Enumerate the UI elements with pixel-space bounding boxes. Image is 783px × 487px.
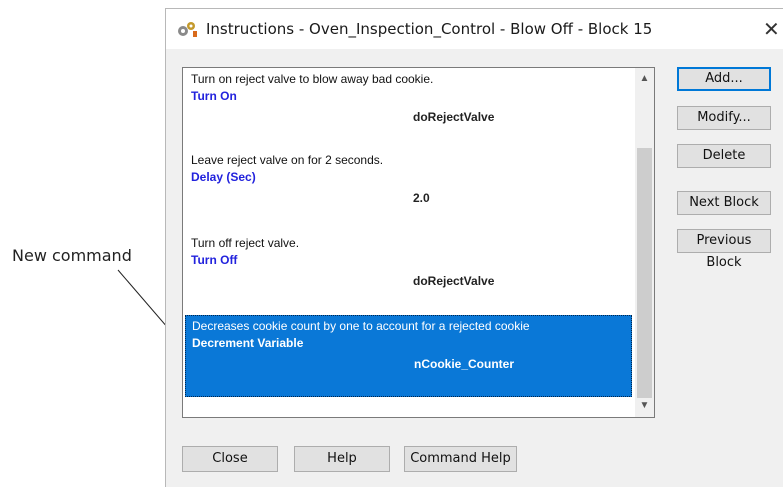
instruction-entry[interactable]: Turn off reject valve. Turn Off doReject… [185,236,632,296]
add-button[interactable]: Add... [677,67,771,91]
title-bar[interactable]: Instructions - Oven_Inspection_Control -… [166,9,783,49]
instruction-comment: Turn on reject valve to blow away bad co… [191,72,434,86]
instruction-command: Turn Off [191,253,238,267]
scroll-up-arrow-icon[interactable]: ▲ [635,70,654,88]
instruction-list-content: Turn on reject valve to blow away bad co… [183,68,636,417]
instruction-entry[interactable]: Turn on reject valve to blow away bad co… [185,72,632,132]
scroll-thumb[interactable] [637,148,652,398]
instruction-comment: Turn off reject valve. [191,236,300,250]
instruction-entry[interactable]: Leave reject valve on for 2 seconds. Del… [185,153,632,213]
instruction-argument: doRejectValve [413,110,495,124]
instruction-command: Turn On [191,89,237,103]
delete-button[interactable]: Delete [677,144,771,168]
scroll-down-arrow-icon[interactable]: ▼ [635,397,654,415]
settings-gears-icon [178,22,197,37]
close-window-icon[interactable]: ✕ [763,17,783,41]
help-button[interactable]: Help [294,446,390,472]
instruction-command: Delay (Sec) [191,170,256,184]
previous-block-button[interactable]: Previous Block [677,229,771,270]
instruction-argument: nCookie_Counter [414,357,515,371]
instruction-comment: Leave reject valve on for 2 seconds. [191,153,384,167]
selected-instruction-entry[interactable]: Decreases cookie count by one to account… [185,315,632,397]
modify-button[interactable]: Modify... [677,106,771,130]
instruction-command: Decrement Variable [192,336,304,350]
instructions-dialog: Instructions - Oven_Inspection_Control -… [165,8,783,487]
next-block-button[interactable]: Next Block [677,191,771,215]
instruction-comment: Decreases cookie count by one to account… [192,319,530,333]
instruction-argument: doRejectValve [413,274,495,288]
window-title: Instructions - Oven_Inspection_Control -… [206,20,653,38]
command-help-button[interactable]: Command Help [404,446,517,472]
vertical-scrollbar[interactable]: ▲ ▼ [635,68,654,417]
instruction-list[interactable]: Turn on reject valve to blow away bad co… [182,67,655,418]
close-button[interactable]: Close [182,446,278,472]
instruction-argument: 2.0 [413,191,430,205]
